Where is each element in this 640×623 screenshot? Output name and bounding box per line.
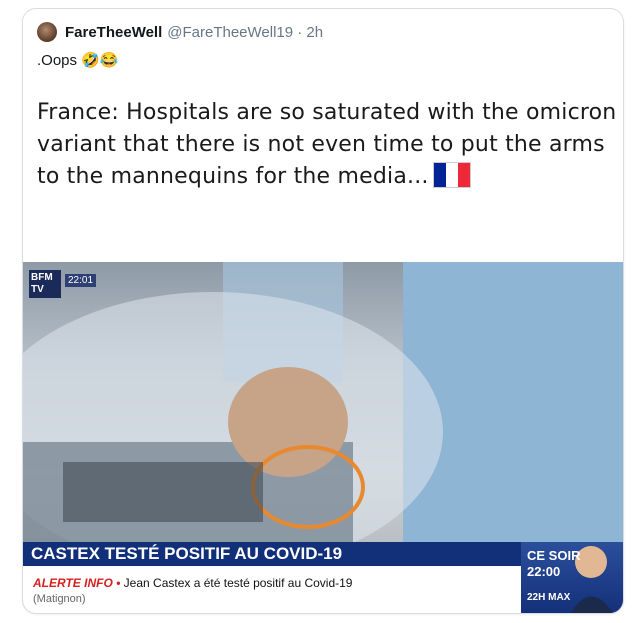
handle-and-time[interactable]: @FareTheeWell19 · 2h bbox=[167, 24, 323, 41]
patient-body bbox=[63, 462, 263, 522]
alert-location: (Matignon) bbox=[33, 593, 86, 605]
presenter-panel: CE SOIR 22:00 22H MAX bbox=[521, 542, 623, 613]
side-line3: 22H MAX bbox=[527, 592, 571, 603]
meme-headline-text: France: Hospitals are so saturated with … bbox=[37, 100, 617, 189]
tweet-card[interactable]: FareTheeWell @FareTheeWell19 · 2h .Oops … bbox=[22, 8, 624, 614]
mannequin-head bbox=[228, 367, 348, 477]
tweet-header: FareTheeWell @FareTheeWell19 · 2h bbox=[37, 21, 323, 43]
side-line2: 22:00 bbox=[527, 564, 561, 579]
alert-text: Jean Castex a été testé positif au Covid… bbox=[123, 576, 353, 590]
channel-logo: BFM TV bbox=[29, 270, 61, 298]
tweet-text: .Oops 🤣😂 bbox=[37, 52, 119, 69]
side-line1: CE SOIR bbox=[527, 548, 581, 563]
alert-ticker: ALERTE INFO • Jean Castex a été testé po… bbox=[23, 566, 521, 613]
presenter-suit bbox=[571, 596, 613, 613]
alert-label: ALERTE INFO • bbox=[33, 576, 121, 590]
avatar[interactable] bbox=[37, 22, 57, 42]
display-name[interactable]: FareTheeWell bbox=[65, 24, 162, 41]
news-screenshot[interactable]: BFM TV 22:01 CASTEX TESTÉ POSITIF AU COV… bbox=[23, 262, 623, 613]
news-headline-banner: CASTEX TESTÉ POSITIF AU COVID-19 bbox=[23, 542, 521, 566]
france-flag-icon bbox=[432, 162, 471, 188]
meme-headline: France: Hospitals are so saturated with … bbox=[37, 97, 617, 193]
alert-line: ALERTE INFO • Jean Castex a été testé po… bbox=[33, 576, 352, 590]
channel-time: 22:01 bbox=[65, 274, 97, 287]
